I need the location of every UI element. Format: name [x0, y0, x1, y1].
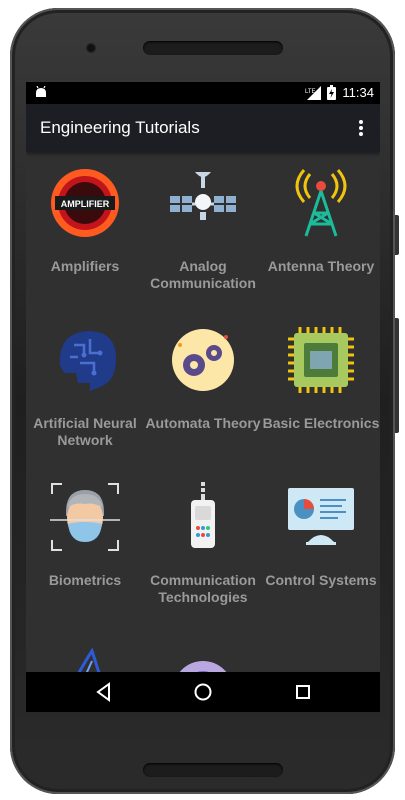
android-icon: [36, 86, 46, 97]
presentation-board-icon: [288, 488, 354, 545]
battery-charging-icon: [327, 85, 337, 100]
status-bar: LTE 11:34: [26, 82, 380, 104]
app-title: Engineering Tutorials: [40, 118, 200, 137]
chip-icon: [288, 327, 354, 393]
overflow-menu-icon[interactable]: [356, 118, 366, 138]
tile-label: Communication Technologies: [150, 572, 256, 605]
tile-label: Automata Theory: [145, 415, 261, 431]
home-icon[interactable]: [193, 682, 213, 702]
gears-icon: [172, 329, 234, 391]
svg-text:LTE: LTE: [305, 89, 316, 95]
status-time: 11:34: [342, 85, 374, 100]
tile-biometrics[interactable]: Biometrics: [26, 466, 144, 623]
volume-button: [395, 215, 399, 255]
amplifier-icon: AMPLIFIER: [51, 169, 119, 237]
tutorial-grid: AMPLIFIER Amplifiers Analog Communicatio…: [26, 152, 380, 709]
tile-label: Artificial Neural Network: [33, 415, 137, 448]
antenna-tower-icon: [295, 169, 347, 237]
tile-label: Control Systems: [265, 572, 377, 588]
tile-label: Biometrics: [48, 572, 122, 588]
neural-head-icon: [59, 331, 116, 391]
tile-analog-communication[interactable]: Analog Communication: [144, 152, 262, 309]
bottom-speaker: [143, 763, 283, 777]
earpiece-speaker: [143, 41, 283, 55]
tile-artificial-neural-network[interactable]: Artificial Neural Network: [26, 309, 144, 466]
navigation-bar: [26, 672, 380, 712]
tile-amplifiers[interactable]: AMPLIFIER Amplifiers: [26, 152, 144, 309]
lte-signal-icon: LTE: [305, 85, 322, 100]
tile-basic-electronics[interactable]: Basic Electronics: [262, 309, 380, 466]
tile-label: Analog Communication: [150, 258, 256, 291]
tile-label: Antenna Theory: [267, 258, 375, 274]
svg-text:AMPLIFIER: AMPLIFIER: [61, 199, 110, 209]
tile-label: Amplifiers: [50, 258, 120, 274]
tile-antenna-theory[interactable]: Antenna Theory: [262, 152, 380, 309]
tile-label: Basic Electronics: [262, 415, 380, 431]
tile-control-systems[interactable]: Control Systems: [262, 466, 380, 623]
face-scan-icon: [50, 483, 120, 551]
front-camera: [86, 43, 96, 53]
recents-icon[interactable]: [293, 682, 313, 702]
tile-automata-theory[interactable]: Automata Theory: [144, 309, 262, 466]
screen: LTE 11:34 Engineering Tutorials AMPLIFIE…: [26, 82, 380, 712]
power-button: [395, 318, 399, 433]
tile-communication-technologies[interactable]: Communication Technologies: [144, 466, 262, 623]
back-icon[interactable]: [94, 682, 114, 702]
app-bar: Engineering Tutorials: [26, 104, 380, 152]
walkie-talkie-icon: [191, 482, 215, 548]
satellite-icon: [170, 172, 236, 220]
